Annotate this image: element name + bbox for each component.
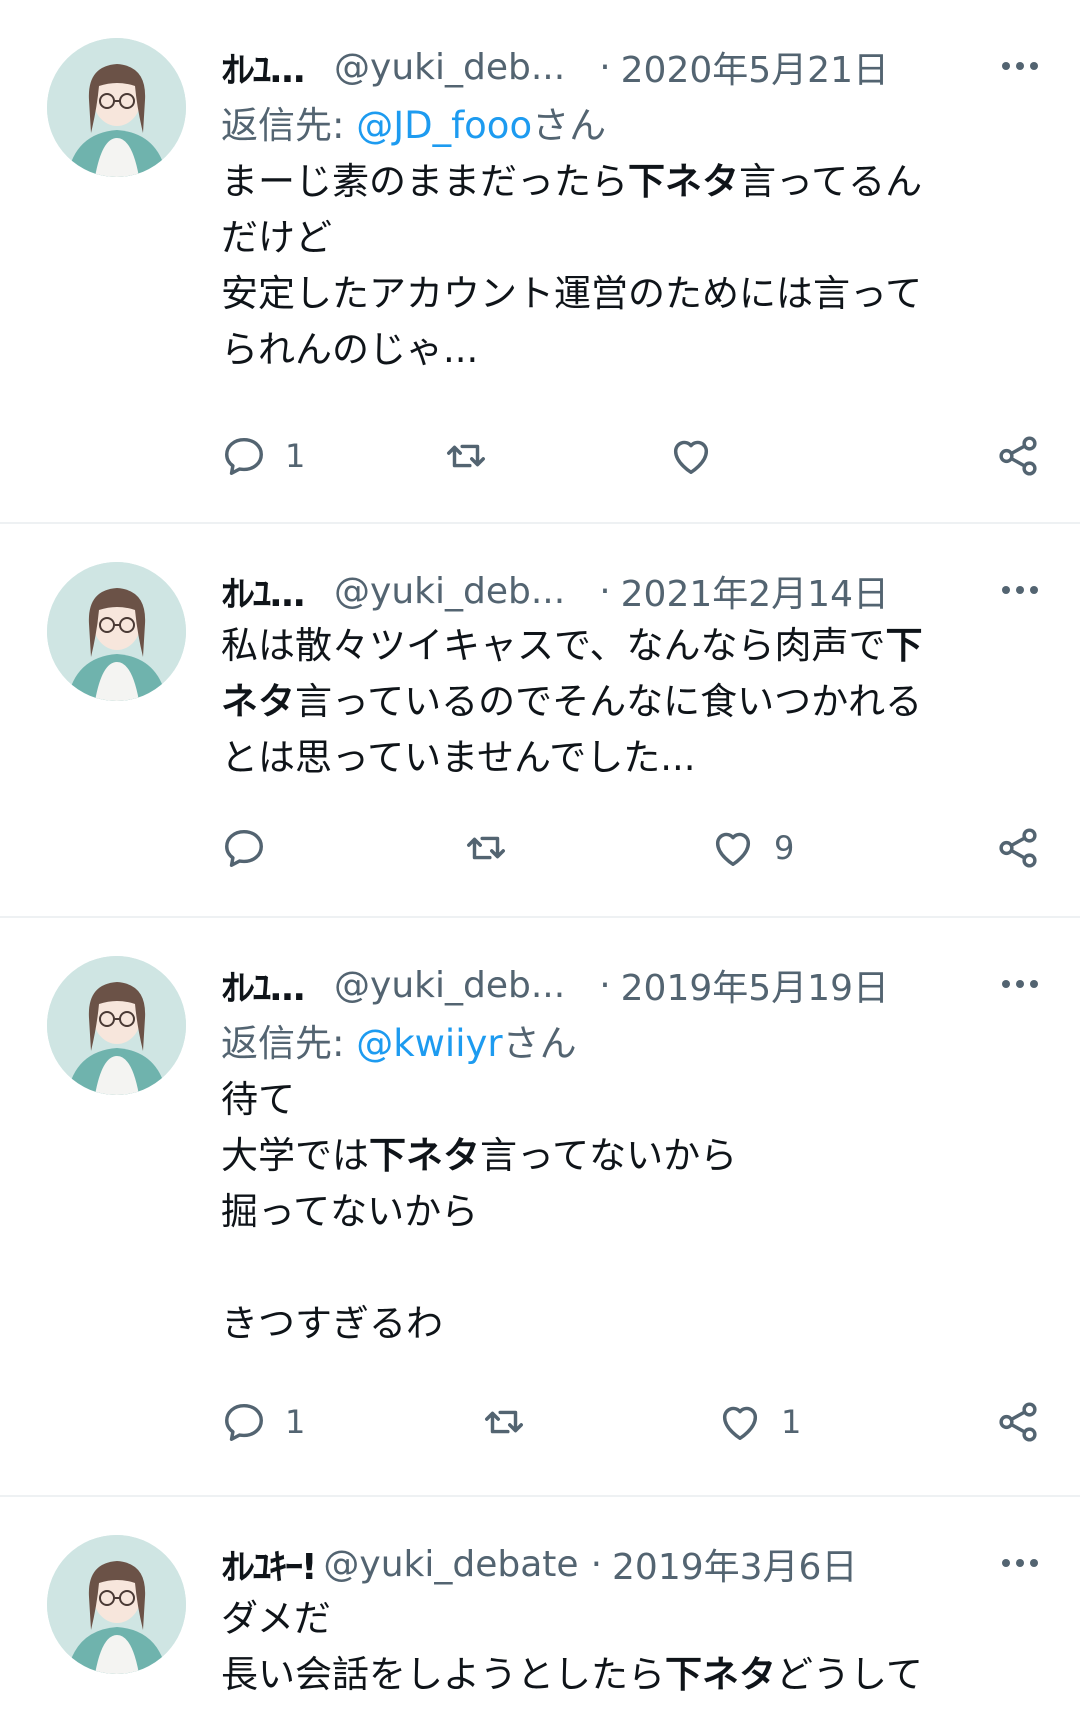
heart-icon bbox=[722, 1406, 758, 1441]
separator-dot: · bbox=[599, 46, 611, 88]
tweet-date[interactable]: 2019年3月6日 bbox=[612, 1538, 857, 1590]
heart-icon bbox=[715, 832, 751, 867]
avatar-illustration bbox=[47, 38, 186, 177]
like-button[interactable]: 9 bbox=[710, 818, 794, 878]
avatar-illustration bbox=[47, 956, 186, 1095]
reply-button[interactable] bbox=[221, 818, 285, 878]
text-part: ダメだ 長い会話をしようとしたら bbox=[221, 1597, 665, 1696]
text-part: 私は散々ツイキャスで、なんなら肉声で bbox=[221, 624, 886, 667]
display-name[interactable]: ｵﾚﾕ... bbox=[221, 565, 306, 617]
highlighted-keyword: 下ネタ bbox=[369, 1134, 480, 1177]
tweet-content: 私は散々ツイキャスで、なんなら肉声で下 ネタ言っているのでそんなに食いつかれる … bbox=[221, 618, 1041, 786]
reply-to-line: 返信先: @JD_foooさん bbox=[221, 98, 1041, 154]
tweet[interactable]: ｵﾚﾕ... @yuki_deb... · 2021年2月14日 私は散々ツイキ… bbox=[0, 524, 1080, 918]
tweet[interactable]: ｵﾚﾕ... @yuki_deb... · 2020年5月21日 返信先: @J… bbox=[0, 0, 1080, 524]
retweet-arrows-icon bbox=[467, 836, 505, 860]
tweet-header: ｵﾚﾕｷｰ! @yuki_debate · 2019年3月6日 bbox=[221, 1539, 1041, 1589]
like-button[interactable]: 1 bbox=[717, 1392, 801, 1452]
text-part: どうして bbox=[776, 1653, 923, 1696]
share-button[interactable] bbox=[995, 1392, 1041, 1452]
tweet-header: ｵﾚﾕ... @yuki_deb... · 2021年2月14日 bbox=[221, 566, 1041, 616]
separator-dot: · bbox=[599, 570, 611, 612]
avatar-illustration bbox=[47, 1535, 186, 1674]
reply-prefix: 返信先: bbox=[221, 104, 357, 147]
heart-icon bbox=[673, 440, 709, 475]
reply-button[interactable]: 1 bbox=[221, 426, 305, 486]
share-button[interactable] bbox=[995, 426, 1041, 486]
share-button[interactable] bbox=[995, 818, 1041, 878]
reply-to-line: 返信先: @kwiiyrさん bbox=[221, 1016, 1041, 1072]
highlighted-keyword: 下ネタ bbox=[628, 160, 739, 203]
share-nodes-icon bbox=[999, 436, 1037, 476]
user-handle[interactable]: @yuki_deb... bbox=[334, 965, 565, 1006]
tweet-header: ｵﾚﾕ... @yuki_deb... · 2020年5月21日 bbox=[221, 42, 1041, 92]
reply-suffix: さん bbox=[532, 104, 607, 147]
ellipsis-icon[interactable] bbox=[999, 1545, 1041, 1581]
tweet-actions: 1 bbox=[221, 426, 1041, 486]
ellipsis-icon[interactable] bbox=[999, 572, 1041, 608]
tweet-content: 返信先: @kwiiyrさん 待て 大学では下ネタ言ってないから 掘ってないから… bbox=[221, 1016, 1041, 1352]
reply-prefix: 返信先: bbox=[221, 1022, 357, 1065]
tweet[interactable]: ｵﾚﾕ... @yuki_deb... · 2019年5月19日 返信先: @k… bbox=[0, 918, 1080, 1497]
retweet-arrows-icon bbox=[447, 444, 485, 468]
highlighted-keyword: 下ネタ bbox=[665, 1653, 776, 1696]
tweet-feed: ｵﾚﾕ... @yuki_deb... · 2020年5月21日 返信先: @J… bbox=[0, 0, 1080, 1719]
speech-bubble-icon bbox=[225, 1403, 263, 1441]
tweet-actions: 9 bbox=[221, 818, 1041, 878]
reply-button[interactable]: 1 bbox=[221, 1392, 305, 1452]
tweet-date[interactable]: 2020年5月21日 bbox=[621, 41, 889, 93]
avatar[interactable] bbox=[47, 562, 186, 701]
like-count: 1 bbox=[781, 1403, 802, 1441]
display-name[interactable]: ｵﾚﾕ... bbox=[221, 959, 306, 1011]
tweet-date[interactable]: 2019年5月19日 bbox=[621, 959, 889, 1011]
ellipsis-icon[interactable] bbox=[999, 48, 1041, 84]
display-name[interactable]: ｵﾚﾕｷｰ! bbox=[221, 1538, 317, 1590]
retweet-button[interactable] bbox=[463, 818, 527, 878]
retweet-button[interactable] bbox=[481, 1392, 545, 1452]
user-handle[interactable]: @yuki_deb... bbox=[334, 47, 565, 88]
text-part: 待て 大学では bbox=[221, 1078, 369, 1177]
reply-mention-link[interactable]: @JD_fooo bbox=[356, 104, 532, 147]
reply-count: 1 bbox=[285, 437, 306, 475]
retweet-button[interactable] bbox=[443, 426, 507, 486]
display-name[interactable]: ｵﾚﾕ... bbox=[221, 41, 306, 93]
user-handle[interactable]: @yuki_debate bbox=[323, 1544, 578, 1585]
tweet-content: 返信先: @JD_foooさん まーじ素のままだったら下ネタ言ってるん だけど … bbox=[221, 98, 1041, 378]
speech-bubble-icon bbox=[225, 829, 263, 867]
avatar-illustration bbox=[47, 562, 186, 701]
tweet-text: ダメだ 長い会話をしようとしたら下ネタどうして bbox=[221, 1591, 1041, 1703]
separator-dot: · bbox=[599, 964, 611, 1006]
tweet-text: 待て 大学では下ネタ言ってないから 掘ってないから きつすぎるわ bbox=[221, 1072, 1041, 1352]
reply-count: 1 bbox=[285, 1403, 306, 1441]
tweet-text: 私は散々ツイキャスで、なんなら肉声で下 ネタ言っているのでそんなに食いつかれる … bbox=[221, 618, 1041, 786]
like-button[interactable] bbox=[668, 426, 732, 486]
avatar[interactable] bbox=[47, 956, 186, 1095]
avatar[interactable] bbox=[47, 1535, 186, 1674]
like-count: 9 bbox=[774, 829, 795, 867]
tweet-actions: 1 1 bbox=[221, 1392, 1041, 1452]
share-nodes-icon bbox=[999, 828, 1037, 868]
tweet-header: ｵﾚﾕ... @yuki_deb... · 2019年5月19日 bbox=[221, 960, 1041, 1010]
tweet[interactable]: ｵﾚﾕｷｰ! @yuki_debate · 2019年3月6日 ダメだ 長い会話… bbox=[0, 1497, 1080, 1719]
tweet-date[interactable]: 2021年2月14日 bbox=[621, 565, 889, 617]
ellipsis-icon[interactable] bbox=[999, 966, 1041, 1002]
speech-bubble-icon bbox=[225, 437, 263, 475]
share-nodes-icon bbox=[999, 1402, 1037, 1442]
tweet-text: まーじ素のままだったら下ネタ言ってるん だけど 安定したアカウント運営のためには… bbox=[221, 154, 1041, 378]
tweet-content: ダメだ 長い会話をしようとしたら下ネタどうして bbox=[221, 1591, 1041, 1703]
avatar[interactable] bbox=[47, 38, 186, 177]
reply-mention-link[interactable]: @kwiiyr bbox=[356, 1022, 502, 1065]
text-part: まーじ素のままだったら bbox=[221, 160, 628, 203]
separator-dot: · bbox=[590, 1543, 603, 1585]
reply-suffix: さん bbox=[502, 1022, 577, 1065]
text-part: 言っているのでそんなに食いつかれる とは思っていませんでした... bbox=[221, 680, 923, 779]
user-handle[interactable]: @yuki_deb... bbox=[334, 571, 565, 612]
retweet-arrows-icon bbox=[485, 1410, 523, 1434]
